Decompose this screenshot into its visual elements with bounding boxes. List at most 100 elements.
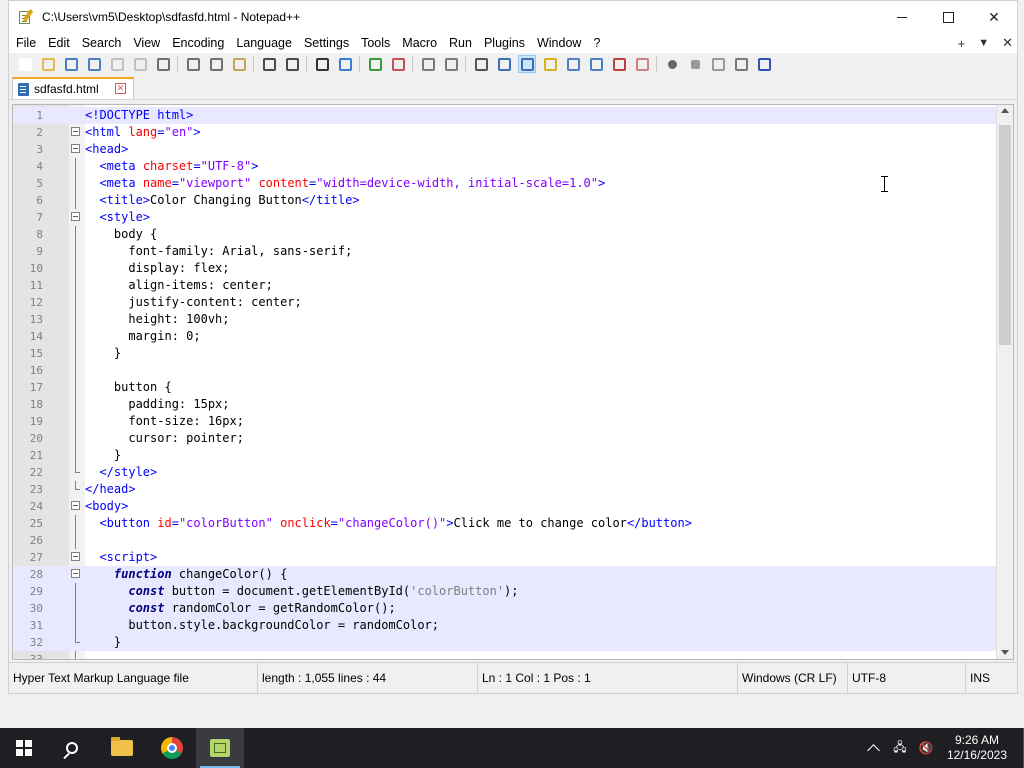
sync-vertical-button[interactable] xyxy=(420,56,436,72)
status-eol[interactable]: Windows (CR LF) xyxy=(737,663,837,693)
close-all-button[interactable] xyxy=(132,56,148,72)
code-line[interactable]: 5 <meta name="viewport" content="width=d… xyxy=(13,175,997,192)
playback-macro-button[interactable] xyxy=(710,56,726,72)
network-icon[interactable]: 🖧 xyxy=(893,740,907,755)
fold-toggle-icon[interactable] xyxy=(71,552,80,561)
code-line[interactable]: 29 const button = document.getElementByI… xyxy=(13,583,997,600)
file-explorer-button[interactable] xyxy=(98,728,146,768)
menu-run[interactable]: Run xyxy=(443,33,478,53)
code-line[interactable]: 19 font-size: 16px; xyxy=(13,413,997,430)
sync-horizontal-button[interactable] xyxy=(443,56,459,72)
fold-toggle-icon[interactable] xyxy=(71,569,80,578)
code-line[interactable]: 24 <body> xyxy=(13,498,997,515)
replace-button[interactable] xyxy=(337,56,353,72)
code-line[interactable]: 21 } xyxy=(13,447,997,464)
menu-tools[interactable]: Tools xyxy=(355,33,396,53)
menu-encoding[interactable]: Encoding xyxy=(166,33,230,53)
tab-sdfasfd-html[interactable]: sdfasfd.html ✕ xyxy=(12,77,134,99)
menu-help[interactable]: ? xyxy=(587,33,606,53)
tab-close-icon[interactable]: ✕ xyxy=(115,83,126,94)
code-line[interactable]: 25 <button id="colorButton" onclick="cha… xyxy=(13,515,997,532)
code-line[interactable]: 30 const randomColor = getRandomColor(); xyxy=(13,600,997,617)
code-line[interactable]: 1 <!DOCTYPE html> xyxy=(13,107,997,124)
vertical-scrollbar[interactable] xyxy=(996,105,1013,659)
document-map-button[interactable] xyxy=(565,56,581,72)
notepadpp-app-icon[interactable] xyxy=(18,9,34,25)
code-line[interactable]: 32 } xyxy=(13,634,997,651)
code-line[interactable]: 16 xyxy=(13,362,997,379)
menu-window[interactable]: Window xyxy=(531,33,587,53)
code-line[interactable]: 14 margin: 0; xyxy=(13,328,997,345)
scrollbar-thumb[interactable] xyxy=(999,125,1011,345)
fold-toggle-icon[interactable] xyxy=(71,501,80,510)
monitoring-button[interactable] xyxy=(634,56,650,72)
save-macro-button[interactable] xyxy=(756,56,772,72)
close-button[interactable] xyxy=(109,56,125,72)
new-file-button[interactable] xyxy=(17,56,33,72)
zoom-out-button[interactable] xyxy=(390,56,406,72)
code-line[interactable]: 12 justify-content: center; xyxy=(13,294,997,311)
code-editor[interactable]: 1 <!DOCTYPE html> 2 <html lang="en"> 3 <head>… xyxy=(12,104,1014,660)
menu-settings[interactable]: Settings xyxy=(298,33,355,53)
code-line[interactable]: 18 padding: 15px; xyxy=(13,396,997,413)
code-line[interactable]: 15 } xyxy=(13,345,997,362)
maximize-button[interactable] xyxy=(925,1,971,33)
menu-search[interactable]: Search xyxy=(76,33,128,53)
menu-macro[interactable]: Macro xyxy=(396,33,443,53)
chrome-button[interactable] xyxy=(148,728,196,768)
fold-toggle-icon[interactable] xyxy=(71,127,80,136)
code-line[interactable]: 2 <html lang="en"> xyxy=(13,124,997,141)
status-encoding[interactable]: UTF-8 xyxy=(847,663,886,693)
save-button[interactable] xyxy=(63,56,79,72)
tab-list-dropdown-button[interactable]: ▼ xyxy=(978,37,989,49)
menu-plugins[interactable]: Plugins xyxy=(478,33,531,53)
code-line[interactable]: 10 display: flex; xyxy=(13,260,997,277)
code-line[interactable]: 20 cursor: pointer; xyxy=(13,430,997,447)
word-wrap-button[interactable] xyxy=(473,56,489,72)
code-line[interactable]: 3 <head> xyxy=(13,141,997,158)
save-all-button[interactable] xyxy=(86,56,102,72)
menu-file[interactable]: File xyxy=(10,33,42,53)
cut-button[interactable] xyxy=(185,56,201,72)
code-line[interactable]: 23 </head> xyxy=(13,481,997,498)
record-macro-button[interactable] xyxy=(664,56,680,72)
fold-toggle-icon[interactable] xyxy=(71,212,80,221)
code-line[interactable]: 28 function changeColor() { xyxy=(13,566,997,583)
zoom-in-button[interactable] xyxy=(367,56,383,72)
notepadpp-taskbar-button[interactable] xyxy=(196,728,244,768)
indent-guide-button[interactable] xyxy=(518,55,536,73)
fold-toggle-icon[interactable] xyxy=(71,144,80,153)
minimize-button[interactable] xyxy=(879,1,925,33)
find-button[interactable] xyxy=(314,56,330,72)
close-document-button[interactable]: ✕ xyxy=(1002,35,1013,51)
code-line[interactable]: 7 <style> xyxy=(13,209,997,226)
title-bar[interactable]: C:\Users\vm5\Desktop\sdfasfd.html - Note… xyxy=(9,1,1017,33)
code-line[interactable]: 22 </style> xyxy=(13,464,997,481)
code-line[interactable]: 26 xyxy=(13,532,997,549)
scroll-down-icon[interactable] xyxy=(1001,650,1009,655)
code-line[interactable]: 9 font-family: Arial, sans-serif; xyxy=(13,243,997,260)
function-list-button[interactable] xyxy=(588,56,604,72)
menu-edit[interactable]: Edit xyxy=(42,33,76,53)
scroll-up-icon[interactable] xyxy=(1001,108,1009,113)
clock[interactable]: 9:26 AM 12/16/2023 xyxy=(947,733,1007,763)
folder-as-workspace-button[interactable] xyxy=(611,56,627,72)
code-line[interactable]: 4 <meta charset="UTF-8"> xyxy=(13,158,997,175)
code-line[interactable]: 31 button.style.backgroundColor = random… xyxy=(13,617,997,634)
new-tab-button[interactable]: + xyxy=(958,36,966,51)
code-line[interactable]: 17 button { xyxy=(13,379,997,396)
open-file-button[interactable] xyxy=(40,56,56,72)
stop-recording-button[interactable] xyxy=(687,56,703,72)
redo-button[interactable] xyxy=(284,56,300,72)
copy-button[interactable] xyxy=(208,56,224,72)
paste-button[interactable] xyxy=(231,56,247,72)
menu-language[interactable]: Language xyxy=(230,33,298,53)
print-button[interactable] xyxy=(155,56,171,72)
code-line[interactable]: 8 body { xyxy=(13,226,997,243)
code-line[interactable]: 6 <title>Color Changing Button</title> xyxy=(13,192,997,209)
user-defined-language-button[interactable] xyxy=(542,56,558,72)
search-button[interactable] xyxy=(48,728,96,768)
code-line[interactable]: 11 align-items: center; xyxy=(13,277,997,294)
code-line[interactable]: 13 height: 100vh; xyxy=(13,311,997,328)
run-macro-multiple-button[interactable] xyxy=(733,56,749,72)
